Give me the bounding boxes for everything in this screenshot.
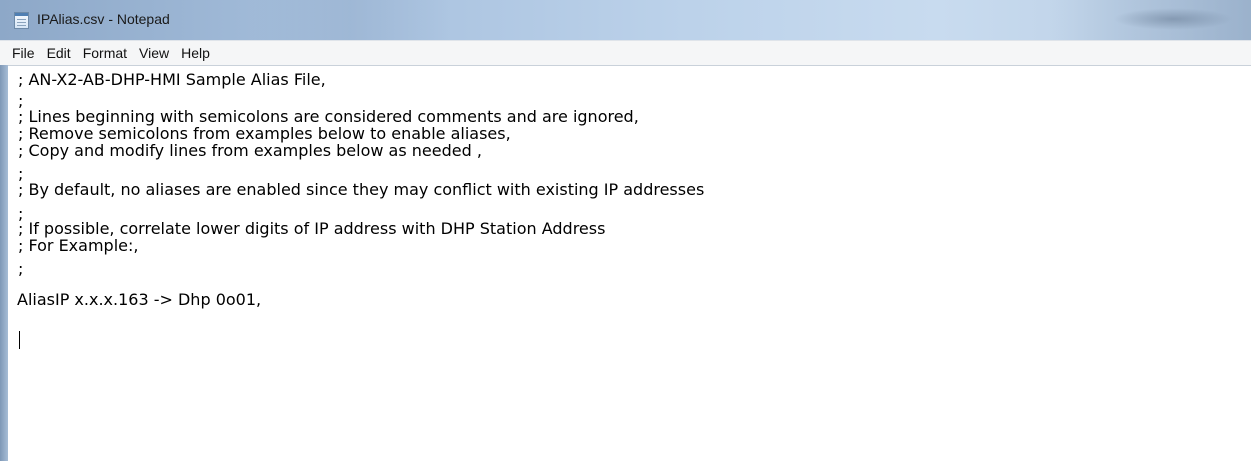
window-frame-left (0, 40, 8, 461)
menu-file[interactable]: File (6, 45, 41, 61)
text-caret (19, 331, 20, 349)
editor-line: ; (18, 259, 24, 278)
text-editor[interactable]: ; AN-X2-AB-DHP-HMI Sample Alias File, ; … (8, 65, 1251, 461)
title-bar-blurred-background (1113, 8, 1233, 30)
menu-bar: File Edit Format View Help (0, 40, 1251, 65)
editor-line: ; Copy and modify lines from examples be… (18, 141, 482, 160)
editor-line: AliasIP x.x.x.163 -> Dhp 0o01, (17, 290, 262, 309)
editor-line: ; AN-X2-AB-DHP-HMI Sample Alias File, (18, 70, 326, 89)
menu-edit[interactable]: Edit (41, 45, 77, 61)
menu-help[interactable]: Help (175, 45, 216, 61)
editor-line: ; By default, no aliases are enabled sin… (18, 180, 705, 199)
editor-line: ; For Example:, (18, 236, 139, 255)
menu-format[interactable]: Format (77, 45, 133, 61)
window-title: IPAlias.csv - Notepad (37, 11, 170, 27)
editor-line: ; (18, 91, 24, 110)
notepad-window: IPAlias.csv - Notepad File Edit Format V… (0, 0, 1251, 461)
menu-view[interactable]: View (133, 45, 175, 61)
notepad-icon (14, 12, 29, 29)
title-bar[interactable]: IPAlias.csv - Notepad (0, 0, 1251, 40)
editor-line: ; (18, 164, 24, 183)
title-bar-glass (250, 0, 450, 40)
